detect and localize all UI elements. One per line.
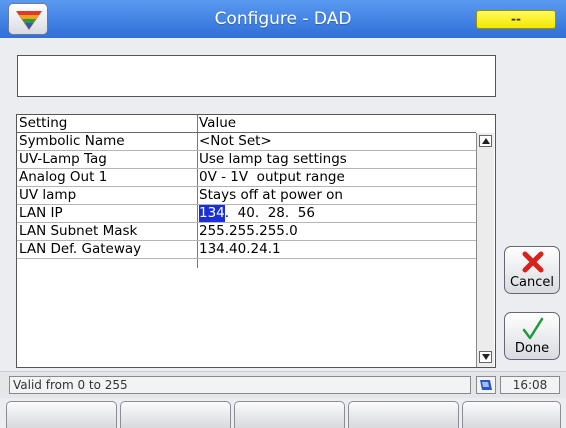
- status-bar: Valid from 0 to 255 16:08: [0, 371, 566, 398]
- table-row[interactable]: LAN Def. Gateway 134.40.24.1: [17, 241, 476, 258]
- arrow-up-icon: [482, 138, 490, 144]
- table-row[interactable]: Analog Out 1 0V - 1V output range: [17, 169, 476, 186]
- value-cell[interactable]: 134.40.24.1: [199, 241, 476, 258]
- value-cell[interactable]: <Not Set>: [199, 133, 476, 150]
- vertical-scrollbar[interactable]: [476, 133, 494, 367]
- value-cell[interactable]: Use lamp tag settings: [199, 151, 476, 168]
- done-label: Done: [514, 341, 550, 356]
- table-header: Setting Value: [17, 115, 476, 132]
- softkey-4[interactable]: [348, 401, 459, 428]
- ip-octet-1[interactable]: 134: [199, 205, 225, 222]
- setting-cell: Analog Out 1: [19, 169, 108, 185]
- ip-octet-3[interactable]: 28: [268, 205, 285, 222]
- network-status[interactable]: [476, 376, 496, 394]
- value-cell[interactable]: 255.255.255.0: [199, 223, 476, 240]
- setting-cell: LAN Subnet Mask: [19, 223, 138, 239]
- done-button[interactable]: Done: [504, 312, 560, 360]
- softkey-5[interactable]: [462, 401, 561, 428]
- green-check-icon: [522, 317, 544, 340]
- status-badge[interactable]: --: [476, 10, 556, 29]
- table-row[interactable]: Symbolic Name <Not Set>: [17, 133, 476, 150]
- setting-cell: LAN IP: [19, 205, 63, 221]
- title-bar: Configure - DAD --: [0, 0, 566, 38]
- cancel-button[interactable]: Cancel: [504, 246, 560, 294]
- setting-cell: Symbolic Name: [19, 133, 125, 149]
- row-divider: [17, 258, 476, 259]
- ip-octet-2[interactable]: 40: [238, 205, 255, 222]
- cancel-label: Cancel: [509, 275, 555, 290]
- red-x-icon: [522, 251, 544, 273]
- network-icon: [480, 380, 492, 390]
- message-box: [17, 55, 496, 97]
- settings-table: Setting Value Symbolic Name <Not Set> UV…: [16, 114, 496, 368]
- softkey-1[interactable]: [6, 401, 117, 428]
- ip-octet-4[interactable]: 56: [298, 205, 315, 222]
- scroll-down-button[interactable]: [479, 351, 492, 363]
- ip-value-cell[interactable]: 134. 40. 28. 56: [199, 205, 476, 222]
- header-value: Value: [199, 115, 237, 131]
- clock: 16:08: [500, 376, 560, 394]
- setting-cell: UV-Lamp Tag: [19, 151, 107, 167]
- softkey-3[interactable]: [234, 401, 345, 428]
- table-row[interactable]: UV-Lamp Tag Use lamp tag settings: [17, 151, 476, 168]
- setting-cell: LAN Def. Gateway: [19, 241, 142, 257]
- table-row[interactable]: LAN Subnet Mask 255.255.255.0: [17, 223, 476, 240]
- setting-cell: UV lamp: [19, 187, 77, 203]
- value-cell[interactable]: Stays off at power on: [199, 187, 476, 204]
- softkey-2[interactable]: [120, 401, 231, 428]
- header-setting: Setting: [19, 115, 68, 131]
- status-message: Valid from 0 to 255: [9, 376, 471, 394]
- arrow-down-icon: [482, 354, 490, 360]
- value-cell[interactable]: 0V - 1V output range: [199, 169, 476, 186]
- table-row[interactable]: LAN IP 134. 40. 28. 56: [17, 205, 476, 222]
- scroll-up-button[interactable]: [479, 135, 492, 147]
- table-row[interactable]: UV lamp Stays off at power on: [17, 187, 476, 204]
